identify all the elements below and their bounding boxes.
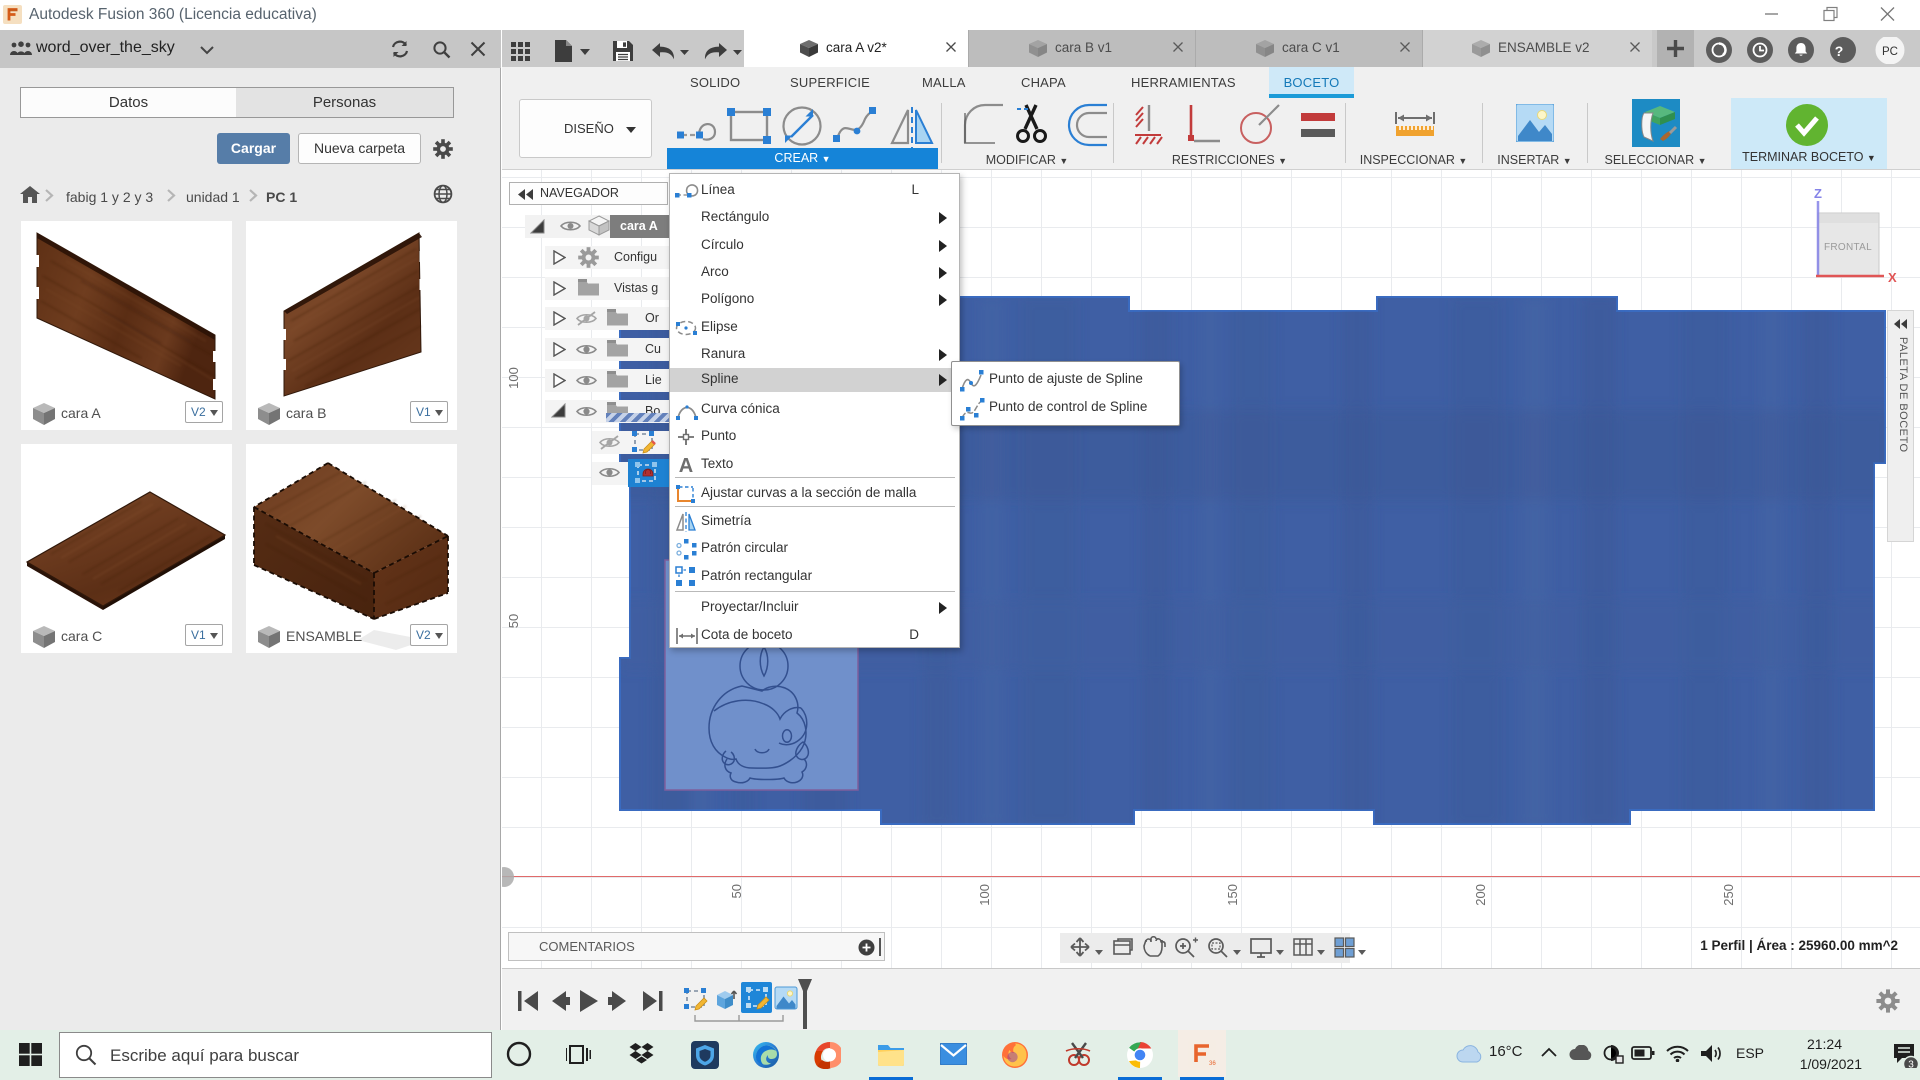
svg-text:A: A — [679, 455, 693, 475]
svg-text:100: 100 — [977, 884, 992, 906]
svg-text:50: 50 — [729, 884, 744, 898]
svg-text:100: 100 — [506, 367, 521, 389]
svg-text:PC: PC — [1882, 46, 1898, 58]
svg-text:360: 360 — [1209, 1061, 1216, 1067]
svg-text:3: 3 — [1908, 1060, 1914, 1069]
svg-text:150: 150 — [1225, 884, 1240, 906]
svg-text:250: 250 — [1721, 884, 1736, 906]
svg-text:?: ? — [1835, 43, 1844, 59]
svg-text:50: 50 — [506, 614, 521, 628]
svg-text:200: 200 — [1473, 884, 1488, 906]
